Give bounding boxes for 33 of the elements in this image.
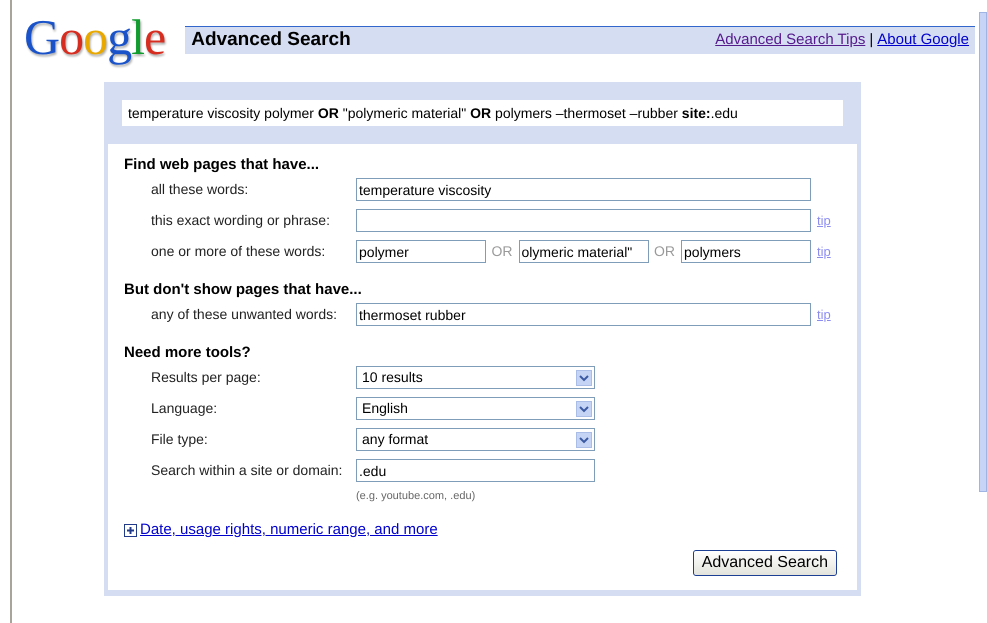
- text-field[interactable]: temperature viscosity: [356, 178, 811, 201]
- page-title: Advanced Search: [191, 28, 351, 52]
- expand-plus-icon[interactable]: [124, 524, 137, 537]
- or-separator: OR: [492, 242, 512, 261]
- field-label: any of these unwanted words:: [150, 305, 338, 324]
- dropdown[interactable]: 10 results: [356, 366, 595, 389]
- field-label: Search within a site or domain:: [150, 461, 344, 480]
- or-separator: OR: [654, 242, 675, 261]
- text-field[interactable]: polymer: [356, 240, 486, 263]
- hint-text: (e.g. youtube.com, .edu): [356, 490, 476, 502]
- text-field[interactable]: [356, 209, 811, 232]
- text-field[interactable]: thermoset rubber: [356, 303, 811, 326]
- header-link[interactable]: About Google: [877, 29, 969, 52]
- text-field[interactable]: polymers: [681, 240, 811, 263]
- section-heading: Need more tools?: [124, 343, 252, 362]
- field-label: all these words:: [150, 180, 250, 199]
- field-label: Language:: [150, 399, 218, 418]
- field-label: one or more of these words:: [150, 242, 326, 261]
- advanced-search-button[interactable]: Advanced Search: [692, 550, 837, 576]
- field-label: File type:: [150, 430, 209, 449]
- dropdown[interactable]: any format: [356, 428, 595, 451]
- field-label: Results per page:: [150, 368, 262, 387]
- dropdown[interactable]: English: [356, 397, 595, 420]
- header-link[interactable]: Advanced Search Tips: [715, 29, 866, 52]
- query-preview: temperature viscosity polymer OR "polymeric material" OR polymers –thermoset –rubber site:.edu: [122, 100, 843, 126]
- separator: |: [869, 30, 874, 50]
- text-field[interactable]: olymeric material": [518, 240, 648, 263]
- section-heading: But don't show pages that have...: [124, 280, 363, 299]
- logo: Google: [24, 8, 166, 66]
- section-heading: Find web pages that have...: [124, 155, 320, 174]
- field-label: this exact wording or phrase:: [150, 211, 331, 230]
- text-field[interactable]: .edu: [356, 459, 595, 482]
- more-options-link[interactable]: Date, usage rights, numeric range, and more: [140, 519, 438, 542]
